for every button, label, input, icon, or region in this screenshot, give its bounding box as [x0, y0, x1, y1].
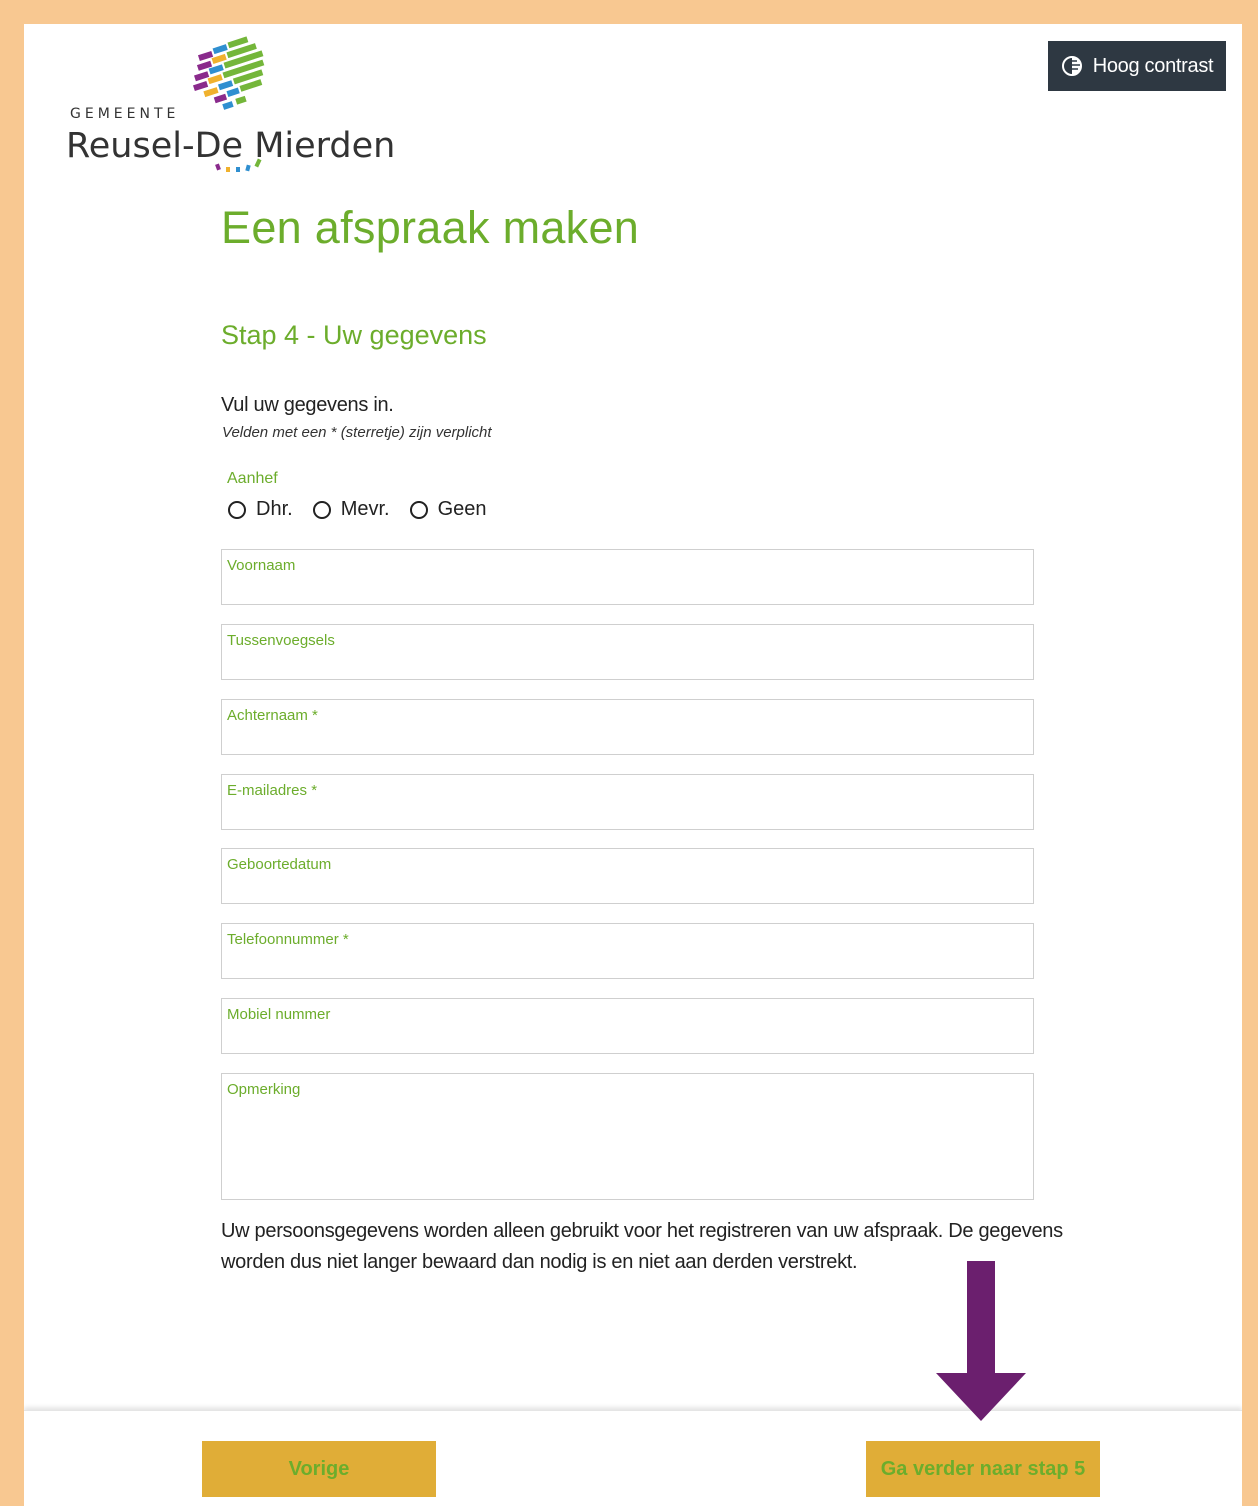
municipality-logo[interactable]: GEMEENTE Reusel-De Mierden: [66, 34, 426, 194]
birthdate-field[interactable]: Geboortedatum: [221, 848, 1034, 904]
high-contrast-label: Hoog contrast: [1092, 54, 1214, 77]
next-step-button[interactable]: Ga verder naar stap 5: [866, 1441, 1100, 1497]
phone-field[interactable]: Telefoonnummer *: [221, 923, 1034, 979]
page-frame: GEMEENTE Reusel-De Mierden Hoog contrast…: [24, 24, 1242, 1506]
last-name-field[interactable]: Achternaam *: [221, 699, 1034, 755]
radio-label: Geen: [437, 498, 487, 520]
down-arrow-icon: [936, 1261, 1026, 1421]
radio-circle-icon[interactable]: [409, 500, 428, 519]
infix-field[interactable]: Tussenvoegsels: [221, 624, 1034, 680]
field-label: Opmerking: [227, 1081, 301, 1098]
field-label: Voornaam: [227, 557, 296, 574]
step-title: Stap 4 - Uw gegevens: [221, 320, 487, 350]
radio-label: Dhr.: [256, 498, 293, 520]
field-label: Achternaam *: [227, 707, 318, 724]
mobile-field[interactable]: Mobiel nummer: [221, 998, 1034, 1054]
salutation-option-mevr[interactable]: Mevr.: [312, 498, 390, 521]
salutation-option-dhr[interactable]: Dhr.: [228, 498, 293, 521]
required-note: Velden met een * (sterretje) zijn verpli…: [222, 424, 492, 441]
salutation-option-geen[interactable]: Geen: [409, 498, 487, 521]
contrast-icon: [1061, 55, 1083, 77]
logo-title: Reusel-De Mierden: [66, 126, 396, 166]
salutation-radio-group: Dhr. Mevr. Geen: [228, 498, 507, 521]
field-label: Telefoonnummer *: [227, 931, 349, 948]
high-contrast-button[interactable]: Hoog contrast: [1048, 41, 1226, 91]
logo-subtitle: GEMEENTE: [70, 106, 180, 122]
remarks-textarea[interactable]: Opmerking: [221, 1073, 1034, 1200]
field-label: Mobiel nummer: [227, 1006, 331, 1023]
radio-circle-icon[interactable]: [312, 500, 331, 519]
email-field[interactable]: E-mailadres *: [221, 774, 1034, 830]
intro-text: Vul uw gegevens in.: [221, 394, 394, 416]
radio-circle-icon[interactable]: [228, 500, 246, 519]
salutation-label: Aanhef: [227, 470, 278, 487]
page-title: Een afspraak maken: [221, 202, 640, 253]
previous-button[interactable]: Vorige: [202, 1441, 436, 1497]
footer-bar: Vorige Ga verder naar stap 5: [24, 1410, 1242, 1506]
radio-label: Mevr.: [340, 498, 390, 520]
field-label: Tussenvoegsels: [227, 632, 335, 649]
field-label: E-mailadres *: [227, 782, 318, 799]
field-label: Geboortedatum: [227, 856, 332, 873]
first-name-field[interactable]: Voornaam: [221, 549, 1034, 605]
